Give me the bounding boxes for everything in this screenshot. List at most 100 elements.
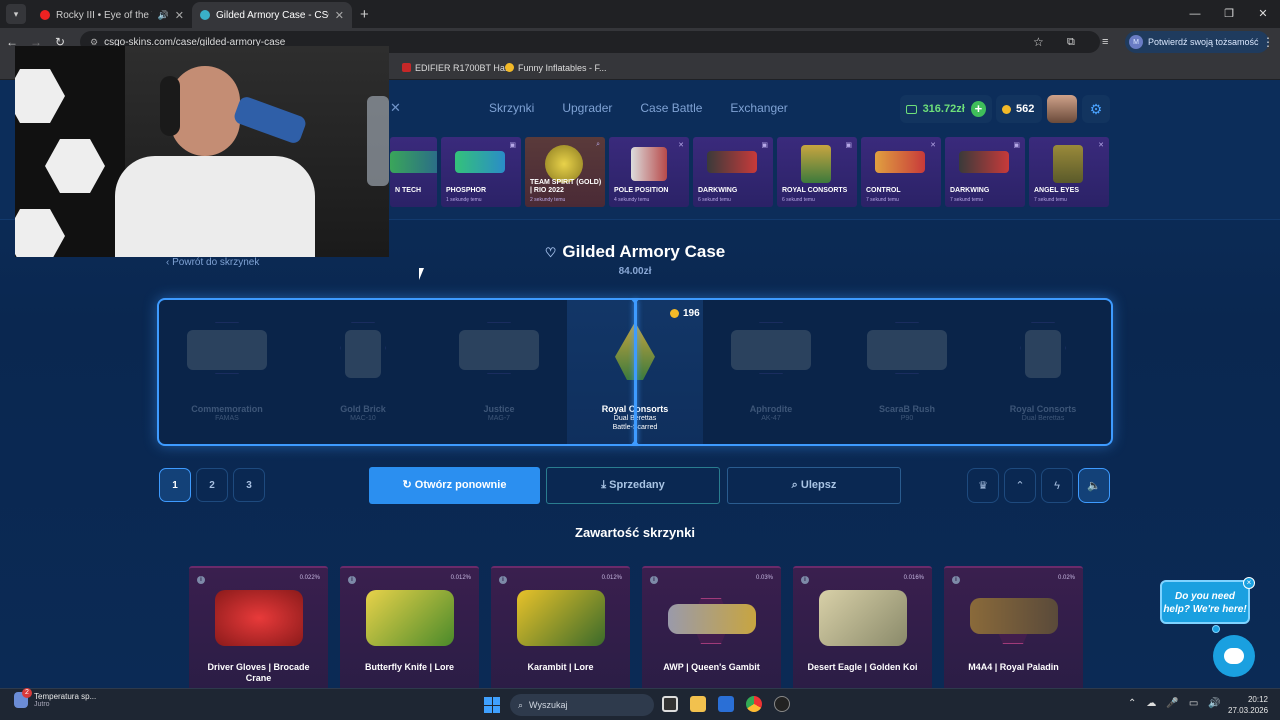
content-item[interactable]: i 0.02% M4A4 | Royal Paladin [944, 566, 1083, 688]
tab-csgo-skins[interactable]: Gilded Armory Case - CSGO-Sk ✕ [192, 2, 352, 28]
sold-button[interactable]: ⤓ Sprzedany [546, 467, 720, 504]
extensions-icon[interactable]: ⧉ [1067, 36, 1075, 49]
nav-upgrader[interactable]: Upgrader [562, 100, 612, 116]
bookmark-funny-inflatables[interactable]: Funny Inflatables - F... [505, 63, 607, 73]
drop-name: DARKWING [698, 187, 738, 194]
item-chance: 0.012% [601, 575, 622, 581]
close-window-icon[interactable]: ✕ [1246, 0, 1280, 28]
chat-button[interactable] [1213, 635, 1255, 677]
bookmark-star-icon[interactable]: ☆ [1033, 35, 1044, 49]
deagle-image [819, 590, 907, 646]
drop-name: PHOSPHOR [446, 187, 487, 194]
drop-name: POLE POSITION [614, 187, 669, 194]
task-view-icon[interactable] [662, 696, 678, 712]
battle-icon: ✕ [1098, 142, 1104, 149]
slot-name: Aphrodite [749, 404, 793, 414]
pinned-apps [662, 696, 790, 712]
live-drop[interactable]: ▣ ROYAL CONSORTS 6 sekund temu [777, 137, 857, 207]
new-tab-button[interactable]: + [360, 6, 369, 23]
window-controls: — ❐ ✕ [1178, 0, 1280, 28]
help-pointer [1212, 625, 1220, 633]
file-explorer-icon[interactable] [690, 696, 706, 712]
chevron-up-icon[interactable]: ⌃ [1128, 698, 1136, 709]
count-option-3[interactable]: 3 [233, 468, 265, 502]
info-icon[interactable]: i [197, 576, 205, 584]
live-drop[interactable]: ✕ ANGEL EYES 7 sekund temu [1029, 137, 1109, 207]
wallet-icon [906, 104, 917, 114]
info-icon[interactable]: i [650, 576, 658, 584]
volume-icon[interactable]: 🔊 [1208, 698, 1220, 709]
live-drop[interactable]: ✕ CONTROL 7 sekund temu [861, 137, 941, 207]
drop-name: ROYAL CONSORTS [782, 187, 848, 194]
bookmark-favicon-icon [505, 63, 514, 72]
display-icon[interactable]: ▭ [1189, 698, 1198, 709]
sound-icon[interactable]: 🔈 [1078, 468, 1110, 503]
start-windows-icon[interactable] [484, 697, 500, 713]
info-icon[interactable]: i [801, 576, 809, 584]
live-drop[interactable]: ▣ PHOSPHOR 1 sekundę temu [441, 137, 521, 207]
close-tab-icon[interactable]: ✕ [335, 9, 344, 22]
nav-exchanger[interactable]: Exchanger [730, 100, 787, 116]
weather-title: Temperatura sp... [34, 692, 97, 701]
count-option-1[interactable]: 1 [159, 468, 191, 502]
live-drop[interactable]: N TECH [390, 137, 437, 207]
content-item[interactable]: i 0.03% AWP | Queen's Gambit [642, 566, 781, 688]
nav-skrzynki[interactable]: Skrzynki [489, 100, 534, 116]
weapon-image [455, 151, 505, 173]
live-drop[interactable]: ▣ DARKWING 7 sekund temu [945, 137, 1025, 207]
cloud-icon[interactable]: ☁ [1146, 698, 1156, 709]
tab-youtube[interactable]: Rocky III • Eye of the Tiger 🔊 ✕ [32, 2, 192, 28]
weapon-image [459, 330, 539, 370]
clock[interactable]: 20:12 27.03.2026 [1228, 694, 1268, 716]
close-help-icon[interactable]: × [1243, 577, 1255, 589]
minimize-icon[interactable]: — [1178, 0, 1212, 28]
tab-list-button[interactable]: ▾ [6, 4, 26, 24]
taskbar-search[interactable]: ⌕ Wyszukaj [510, 694, 654, 716]
close-tab-icon[interactable]: ✕ [175, 9, 184, 22]
user-avatar[interactable] [1047, 95, 1077, 123]
energy-drink-can [232, 94, 308, 146]
settings-gear-icon[interactable]: ⚙ [1082, 95, 1110, 123]
content-item[interactable]: i 0.012% Karambit | Lore [491, 566, 630, 688]
weapon-image [345, 330, 381, 378]
content-item[interactable]: i 0.012% Butterfly Knife | Lore [340, 566, 479, 688]
slot-weapon: Dual Berettas [1021, 415, 1065, 422]
drop-name: CONTROL [866, 187, 901, 194]
content-item[interactable]: i 0.016% Desert Eagle | Golden Koi [793, 566, 932, 688]
count-option-2[interactable]: 2 [196, 468, 228, 502]
chrome-icon[interactable] [746, 696, 762, 712]
item-name: Butterfly Knife | Lore [364, 662, 455, 672]
crown-icon[interactable]: ♛ [967, 468, 999, 503]
bookmark-edifier[interactable]: EDIFIER R1700BT Ha... [402, 63, 512, 73]
info-icon[interactable]: i [348, 576, 356, 584]
chevrons-up-icon[interactable]: ⌃ [1004, 468, 1036, 503]
microphone-icon[interactable]: 🎤 [1166, 698, 1178, 709]
live-drop[interactable]: ✕ POLE POSITION 4 sekundy temu [609, 137, 689, 207]
add-funds-button[interactable]: + [970, 101, 986, 117]
balance-widget[interactable]: 316.72zł + [900, 95, 992, 123]
water-bottle [367, 96, 389, 186]
upgrade-button[interactable]: ⌕ Ulepsz [727, 467, 901, 504]
info-icon[interactable]: i [952, 576, 960, 584]
restore-icon[interactable]: ❐ [1212, 0, 1246, 28]
content-item[interactable]: i 0.022% Driver Gloves | Brocade Crane [189, 566, 328, 688]
info-icon[interactable]: i [499, 576, 507, 584]
app-icon[interactable] [774, 696, 790, 712]
close-icon[interactable]: ✕ [390, 100, 401, 116]
nav-case-battle[interactable]: Case Battle [640, 100, 702, 116]
menu-icon[interactable]: ⋮ [1262, 35, 1274, 49]
live-drop[interactable]: ▣ DARKWING 6 sekund temu [693, 137, 773, 207]
live-drop[interactable]: ⌕ TEAM SPIRIT (GOLD) | RIO 2022 2 sekund… [525, 137, 605, 207]
verify-identity-button[interactable]: M Potwierdź swoją tożsamość [1125, 31, 1269, 53]
favorite-heart-icon[interactable]: ♡ [545, 245, 557, 260]
lightning-icon[interactable]: ϟ [1041, 468, 1073, 503]
coins-widget[interactable]: 562 [996, 95, 1042, 123]
media-icon[interactable]: ≡ [1102, 36, 1108, 48]
help-bubble[interactable]: Do you need help? We're here! [1160, 580, 1250, 624]
weather-widget[interactable]: 2 Temperatura sp... Jutro [14, 688, 97, 708]
main-nav: Skrzynki Upgrader Case Battle Exchanger [489, 100, 788, 116]
open-again-button[interactable]: ↻ Otwórz ponownie [369, 467, 540, 504]
store-icon[interactable] [718, 696, 734, 712]
coins-value: 562 [1016, 103, 1035, 115]
sticker-image [545, 145, 583, 183]
